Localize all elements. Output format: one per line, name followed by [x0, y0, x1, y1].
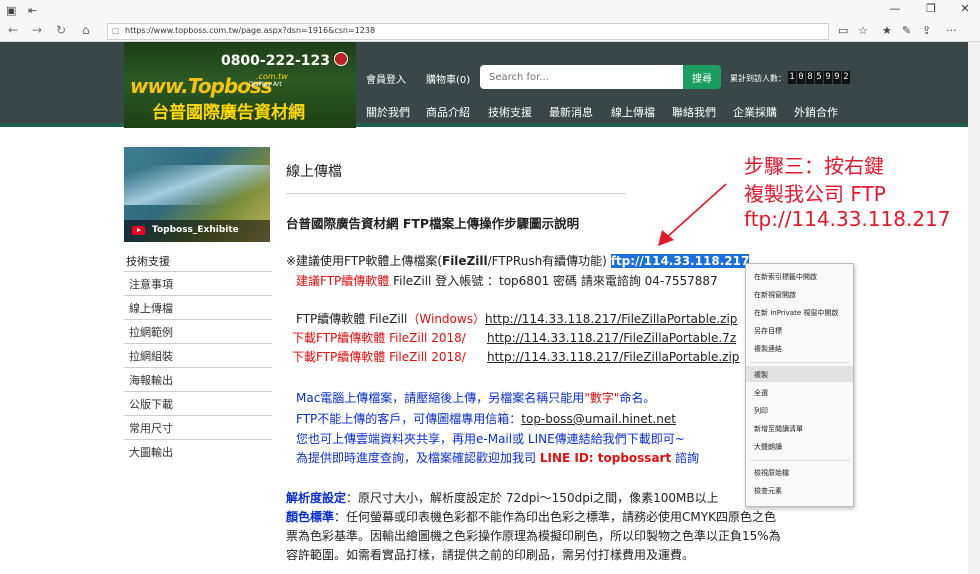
- share-icon[interactable]: ⇪: [922, 24, 931, 37]
- lock-icon: ▢: [112, 26, 120, 35]
- mac-note: Mac電腦上傳檔案，請壓縮後上傳，另檔案名稱只能用"數字"命名。: [296, 391, 656, 405]
- resolution-line: 解析度設定：原尺寸大小，解析度設定於 72dpi～150dpi之間，像素100M…: [286, 491, 719, 505]
- favorite-star-icon[interactable]: ☆: [858, 24, 868, 37]
- sidebar-item-notes[interactable]: 注意事項: [124, 271, 272, 295]
- sidebar-title: 技術支援: [126, 255, 170, 268]
- nav-enterprise[interactable]: 企業採購: [733, 104, 777, 120]
- page-title: 線上傳檔: [286, 164, 342, 180]
- nav-products[interactable]: 商品介紹: [426, 104, 470, 120]
- nav-support[interactable]: 技術支援: [488, 104, 532, 120]
- nav-news[interactable]: 最新消息: [549, 104, 593, 120]
- url-text: https://www.topboss.com.tw/page.aspx?dsn…: [125, 26, 376, 35]
- cart-link[interactable]: 購物車(0): [426, 71, 470, 86]
- annotation-line-1: 步驟三：按右鍵: [744, 154, 884, 178]
- logo-tagline: DisPlay Art: [249, 81, 282, 88]
- page-subheading: 台普國際廣告資材網 FTP檔案上傳操作步驟圖示說明: [286, 216, 580, 231]
- back-arrow-icon[interactable]: ←: [8, 23, 18, 37]
- address-bar[interactable]: ▢ https://www.topboss.com.tw/page.aspx?d…: [107, 23, 829, 40]
- mail-link[interactable]: top-boss@umail.hinet.net: [521, 412, 676, 426]
- menu-view-source[interactable]: 檢視原始檔: [746, 464, 853, 480]
- color-line-2: 票為色彩基準。因輸出繪圖機之色彩操作原理為模擬印刷色，所以印製物之色準以正負15…: [286, 529, 781, 543]
- menu-read-aloud[interactable]: 大聲朗讀: [746, 438, 853, 454]
- menu-copy[interactable]: 複製: [746, 366, 853, 382]
- sidebar-item-examples[interactable]: 拉網範例: [124, 319, 272, 343]
- reading-view-icon[interactable]: ▭: [838, 24, 848, 37]
- minimize-button[interactable]: —: [880, 2, 910, 20]
- annotation-arrow-icon: [658, 183, 727, 246]
- browser-toolbar: ← → ↻ ⌂ ▢ https://www.topboss.com.tw/pag…: [0, 22, 980, 42]
- search-input[interactable]: [480, 65, 683, 89]
- logo-domain: .com.tw: [256, 72, 288, 81]
- notes-pen-icon[interactable]: ✎: [902, 24, 911, 37]
- menu-inspect-element[interactable]: 檢查元素: [746, 482, 853, 498]
- site-logo[interactable]: 0800-222-123 www.Topboss .com.tw DisPlay…: [124, 42, 356, 128]
- nav-contact[interactable]: 聯絡我們: [672, 104, 716, 120]
- sidebar-item-templates[interactable]: 公版下載: [124, 391, 272, 415]
- download-link-2[interactable]: http://114.33.118.217/FileZillaPortable.…: [487, 331, 736, 345]
- sidebar-item-sizes[interactable]: 常用尺寸: [124, 415, 272, 439]
- menu-add-reading-list[interactable]: 新增至閱讀清單: [746, 420, 853, 436]
- sidebar-menu: 注意事項 線上傳檔 拉網範例 拉網組裝 海報輸出 公版下載 常用尺寸 大圖輸出: [124, 271, 272, 463]
- logo-name: 台普國際廣告資材網: [152, 103, 305, 123]
- download-line-3: 下載FTP續傳軟體 FileZill 2018/http://114.33.11…: [292, 350, 740, 364]
- title-divider: [286, 193, 626, 194]
- window-titlebar: ▣ ⇤ — ❐ ✕: [0, 0, 980, 22]
- menu-open-inprivate[interactable]: 在新 InPrivate 視窗中開啟: [746, 304, 853, 320]
- youtube-icon: [132, 226, 145, 235]
- nav-about[interactable]: 關於我們: [366, 104, 410, 120]
- menu-copy-link[interactable]: 複製連結: [746, 340, 853, 356]
- annotation-line-2: 複製我公司 FTP: [744, 182, 886, 206]
- more-menu-icon[interactable]: ···: [946, 24, 957, 37]
- line-note: 為提供即時進度查詢，及檔案確認歡迎加我司 LINE ID: topbossart…: [296, 451, 700, 465]
- logo-badge-icon: [334, 52, 348, 66]
- search-button[interactable]: 搜尋: [683, 65, 721, 89]
- visitor-counter: 1085992: [788, 71, 850, 84]
- menu-save-target[interactable]: 另存目標: [746, 322, 853, 338]
- close-button[interactable]: ✕: [950, 2, 980, 20]
- color-line-3: 容許範圍。如需看實品打樣，請提供之前的印刷品，需另付打樣費用及運費。: [286, 548, 695, 562]
- menu-open-new-window[interactable]: 在新視窗開啟: [746, 286, 853, 302]
- recommend-line: 建議FTP續傳軟體 FileZill 登入帳號 ：top6801 密碼 請來電諮…: [296, 274, 718, 288]
- download-link-3[interactable]: http://114.33.118.217/FileZillaPortable.…: [487, 350, 739, 364]
- menu-open-new-tab[interactable]: 在新索引標籤中開啟: [746, 268, 853, 284]
- tab-actions-icon[interactable]: ▣: [6, 4, 16, 17]
- menu-print[interactable]: 列印: [746, 402, 853, 418]
- menu-select-all[interactable]: 全選: [746, 384, 853, 400]
- sidebar-item-upload[interactable]: 線上傳檔: [124, 295, 272, 319]
- color-line-1: 顏色標準：任何螢幕或印表機色彩都不能作為印出色彩之標準，請務必使用CMYK四原色…: [286, 510, 776, 524]
- logo-phone: 0800-222-123: [220, 53, 330, 69]
- sidebar-item-large-print[interactable]: 大圖輸出: [124, 439, 272, 463]
- download-link-1[interactable]: http://114.33.118.217/FileZillaPortable.…: [485, 312, 737, 326]
- cloud-note: 您也可上傳雲端資料夾共享，再用e-Mail或 LINE傳連結給我們下載即可~: [296, 432, 685, 446]
- annotation-line-3: ftp://114.33.118.217: [744, 207, 951, 231]
- maximize-button[interactable]: ❐: [916, 2, 946, 20]
- context-menu: 在新索引標籤中開啟 在新視窗開啟 在新 InPrivate 視窗中開啟 另存目標…: [745, 263, 854, 507]
- page-scrollbar[interactable]: [968, 42, 980, 574]
- mail-note: FTP不能上傳的客戶，可傳圖檔專用信箱：top-boss@umail.hinet…: [296, 412, 676, 426]
- back-tabs-icon[interactable]: ⇤: [28, 4, 37, 17]
- banner-caption: Topboss_Exhibite: [124, 220, 270, 242]
- member-login-link[interactable]: 會員登入: [366, 71, 406, 86]
- favorites-hub-icon[interactable]: ★: [882, 24, 892, 37]
- visitor-label: 累計到訪人數：: [730, 74, 786, 83]
- video-banner[interactable]: Topboss_Exhibite: [124, 147, 270, 242]
- download-line-2: 下載FTP續傳軟體 FileZill 2018/http://114.33.11…: [292, 331, 737, 345]
- forward-arrow-icon[interactable]: →: [32, 23, 42, 37]
- sidebar-item-poster[interactable]: 海報輸出: [124, 367, 272, 391]
- nav-upload[interactable]: 線上傳檔: [611, 104, 655, 120]
- download-line-1: FTP續傳軟體 FileZill（Windows）http://114.33.1…: [296, 312, 738, 326]
- sidebar-item-assembly[interactable]: 拉網組裝: [124, 343, 272, 367]
- home-icon[interactable]: ⌂: [82, 23, 90, 37]
- refresh-icon[interactable]: ↻: [56, 23, 66, 37]
- nav-export[interactable]: 外銷合作: [794, 104, 838, 120]
